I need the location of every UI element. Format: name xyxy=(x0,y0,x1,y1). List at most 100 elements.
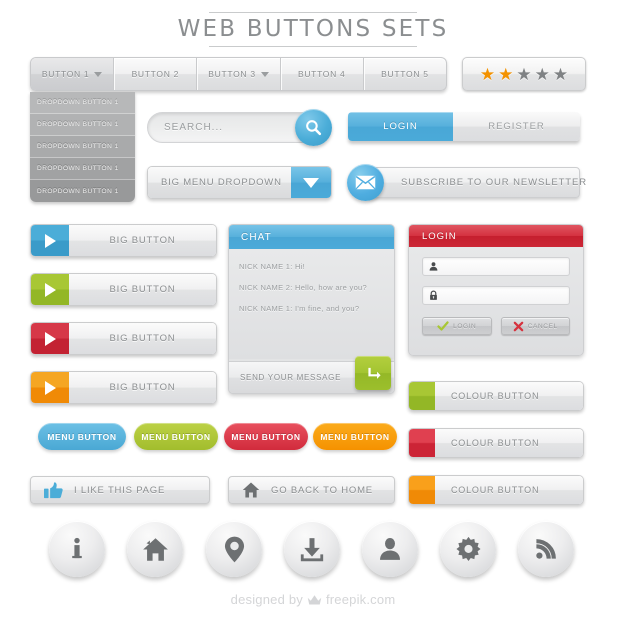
circle-button-rss[interactable] xyxy=(518,521,574,577)
nav-item-1[interactable]: BUTTON 1 xyxy=(31,58,115,90)
menu-pill-1[interactable]: MENU BUTTON xyxy=(38,423,126,450)
menu-pill-4[interactable]: MENU BUTTON xyxy=(313,423,397,450)
big-button-body: BIG BUTTON xyxy=(69,225,216,256)
menu-pill-label: MENU BUTTON xyxy=(47,431,117,442)
colour-button-label: COLOUR BUTTON xyxy=(451,485,540,495)
search-placeholder: SEARCH... xyxy=(164,122,224,133)
nav-item-label: BUTTON 2 xyxy=(131,69,180,79)
chevron-down-icon xyxy=(303,177,319,188)
tab-login[interactable]: LOGIN xyxy=(348,112,453,141)
envelope-icon xyxy=(355,175,376,190)
chat-message: NICK NAME 1: I'm fine, and you? xyxy=(239,304,360,313)
circle-button-gear[interactable] xyxy=(440,521,496,577)
dropdown-item-5[interactable]: DROPDOWN BUTTON 1 xyxy=(30,180,135,202)
star-3[interactable]: ★ xyxy=(516,66,531,83)
big-button-icon-block xyxy=(31,372,69,403)
info-icon xyxy=(64,536,90,562)
footer-credit: designed by freepik.com xyxy=(0,592,626,607)
big-button-body: BIG BUTTON xyxy=(69,323,216,354)
login-submit-button[interactable]: LOGIN xyxy=(422,317,492,335)
home-icon xyxy=(242,482,260,498)
menu-pill-label: MENU BUTTON xyxy=(320,431,390,442)
colour-button-1[interactable]: COLOUR BUTTON xyxy=(408,381,584,411)
check-icon xyxy=(437,321,449,331)
download-icon xyxy=(299,536,325,562)
colour-button-swatch xyxy=(409,476,435,504)
nav-item-3[interactable]: BUTTON 3 xyxy=(197,58,281,90)
star-5[interactable]: ★ xyxy=(553,66,568,83)
thumbs-up-icon xyxy=(44,481,63,498)
circle-button-info[interactable] xyxy=(49,521,105,577)
dropdown-menu: DROPDOWN BUTTON 1 DROPDOWN BUTTON 1 DROPDO… xyxy=(30,92,135,202)
big-button-label: BIG BUTTON xyxy=(109,235,176,246)
menu-pill-3[interactable]: MENU BUTTON xyxy=(224,423,308,450)
big-button-2[interactable]: BIG BUTTON xyxy=(30,273,217,306)
login-cancel-button[interactable]: CANCEL xyxy=(500,317,570,335)
menu-pill-2[interactable]: MENU BUTTON xyxy=(134,423,218,450)
colour-button-body: COLOUR BUTTON xyxy=(435,476,583,504)
big-button-icon-block xyxy=(31,274,69,305)
chat-input-placeholder[interactable]: SEND YOUR MESSAGE xyxy=(229,373,341,382)
nav-item-2[interactable]: BUTTON 2 xyxy=(114,58,198,90)
circle-button-user[interactable] xyxy=(362,521,418,577)
tab-login-label: LOGIN xyxy=(383,121,418,132)
circle-button-home[interactable] xyxy=(127,521,183,577)
star-2[interactable]: ★ xyxy=(498,66,513,83)
title-rule-bottom xyxy=(209,46,417,47)
dropdown-item-4[interactable]: DROPDOWN BUTTON 1 xyxy=(30,158,135,180)
circle-button-download[interactable] xyxy=(284,521,340,577)
newsletter-subscribe-button[interactable]: SUBSCRIBE TO OUR NEWSLETTER xyxy=(366,167,586,198)
crown-icon xyxy=(307,594,322,604)
big-button-3[interactable]: BIG BUTTON xyxy=(30,322,217,355)
chat-header: CHAT xyxy=(229,225,394,249)
newsletter-label: SUBSCRIBE TO OUR NEWSLETTER xyxy=(401,177,588,188)
big-button-4[interactable]: BIG BUTTON xyxy=(30,371,217,404)
location-pin-icon xyxy=(222,536,247,563)
chat-messages: NICK NAME 1: Hi! NICK NAME 2: Hello, how … xyxy=(229,249,394,359)
star-1[interactable]: ★ xyxy=(480,66,495,83)
nav-item-5[interactable]: BUTTON 5 xyxy=(364,58,446,90)
username-field[interactable] xyxy=(422,257,570,276)
login-submit-label: LOGIN xyxy=(453,322,477,330)
nav-item-4[interactable]: BUTTON 4 xyxy=(281,58,364,90)
page-header: WEB BUTTONS SETS xyxy=(0,12,626,47)
page-title: WEB BUTTONS SETS xyxy=(177,16,449,42)
star-rating[interactable]: ★ ★ ★ ★ ★ xyxy=(462,57,586,91)
login-panel-actions: LOGIN CANCEL xyxy=(422,317,570,335)
tab-register[interactable]: REGISTER xyxy=(453,112,580,141)
colour-button-2[interactable]: COLOUR BUTTON xyxy=(408,428,584,458)
dropdown-item-1[interactable]: DROPDOWN BUTTON 1 xyxy=(30,92,135,114)
big-button-label: BIG BUTTON xyxy=(109,382,176,393)
chat-input-row: SEND YOUR MESSAGE xyxy=(229,356,394,393)
enter-arrow-icon xyxy=(367,367,381,379)
big-button-body: BIG BUTTON xyxy=(69,372,216,403)
dropdown-item-label: DROPDOWN BUTTON 1 xyxy=(37,121,119,128)
dropdown-item-label: DROPDOWN BUTTON 1 xyxy=(37,165,119,172)
circle-button-location-pin[interactable] xyxy=(206,521,262,577)
nav-item-label: BUTTON 3 xyxy=(208,69,256,79)
chat-panel: CHAT NICK NAME 1: Hi! NICK NAME 2: Hello,… xyxy=(228,224,395,394)
dropdown-item-3[interactable]: DROPDOWN BUTTON 1 xyxy=(30,136,135,158)
cross-icon xyxy=(513,321,524,331)
big-button-icon-block xyxy=(31,323,69,354)
auth-tabs: LOGIN REGISTER xyxy=(348,112,580,141)
star-4[interactable]: ★ xyxy=(535,66,550,83)
like-page-button[interactable]: I LIKE THIS PAGE xyxy=(30,476,210,504)
big-menu-dropdown[interactable]: BIG MENU DROPDOWN xyxy=(147,166,332,199)
play-icon xyxy=(44,331,56,346)
dropdown-item-label: DROPDOWN BUTTON 1 xyxy=(37,143,119,150)
home-icon xyxy=(142,536,169,563)
dropdown-item-label: DROPDOWN BUTTON 1 xyxy=(37,187,119,195)
go-home-button[interactable]: GO BACK TO HOME xyxy=(228,476,395,504)
search-button[interactable] xyxy=(295,109,332,146)
tab-register-label: REGISTER xyxy=(488,121,545,132)
menu-pill-label: MENU BUTTON xyxy=(141,431,211,442)
big-menu-dropdown-toggle[interactable] xyxy=(291,167,331,198)
newsletter-icon-button[interactable] xyxy=(347,164,384,201)
colour-button-3[interactable]: COLOUR BUTTON xyxy=(408,475,584,505)
big-button-1[interactable]: BIG BUTTON xyxy=(30,224,217,257)
colour-button-body: COLOUR BUTTON xyxy=(435,382,583,410)
dropdown-item-2[interactable]: DROPDOWN BUTTON 1 xyxy=(30,114,135,136)
chat-send-button[interactable] xyxy=(355,356,391,390)
password-field[interactable] xyxy=(422,286,570,305)
